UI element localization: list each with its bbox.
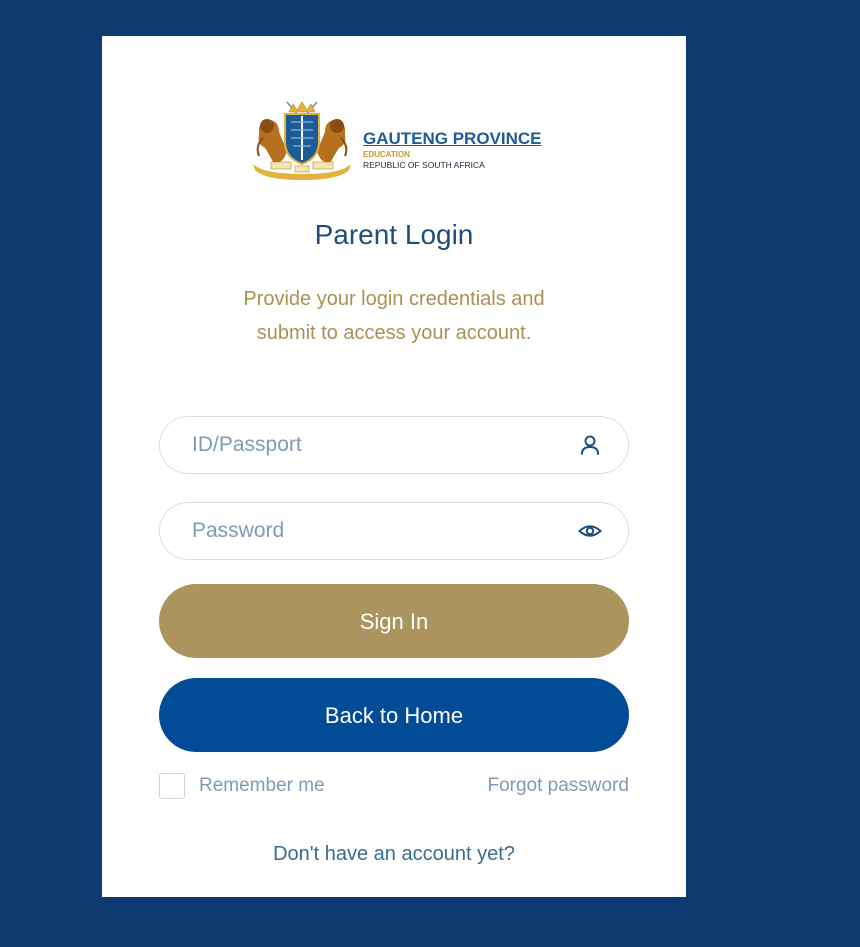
logo-province: GAUTENG PROVINCE <box>363 129 542 148</box>
gauteng-logo: GAUTENG PROVINCE EDUCATION REPUBLIC OF S… <box>249 98 549 180</box>
coat-of-arms-icon <box>253 101 351 180</box>
back-to-home-button[interactable]: Back to Home <box>159 678 629 752</box>
logo-department: EDUCATION <box>363 150 410 159</box>
signup-link[interactable]: Don't have an account yet? <box>102 841 686 867</box>
logo-country: REPUBLIC OF SOUTH AFRICA <box>363 160 485 170</box>
user-icon <box>581 435 599 455</box>
forgot-password-link[interactable]: Forgot password <box>487 774 629 798</box>
remember-me-label[interactable]: Remember me <box>199 774 325 798</box>
sign-in-button[interactable]: Sign In <box>159 584 629 658</box>
remember-me-checkbox[interactable] <box>159 773 185 799</box>
subtitle-line-2: submit to access your account. <box>256 322 532 344</box>
page-title: Parent Login <box>314 219 474 250</box>
page-background: GAUTENG PROVINCE EDUCATION REPUBLIC OF S… <box>0 0 860 947</box>
login-card: GAUTENG PROVINCE EDUCATION REPUBLIC OF S… <box>102 36 686 897</box>
logo-text: GAUTENG PROVINCE EDUCATION REPUBLIC OF S… <box>363 129 563 171</box>
password-field <box>159 502 629 560</box>
id-passport-input[interactable] <box>192 417 572 473</box>
eye-icon[interactable] <box>578 519 602 543</box>
id-passport-field <box>159 416 629 474</box>
password-input[interactable] <box>192 503 572 559</box>
subtitle-line-1: Provide your login credentials and <box>243 288 545 310</box>
page-subtitle: Provide your login credentials and submi… <box>202 282 586 350</box>
